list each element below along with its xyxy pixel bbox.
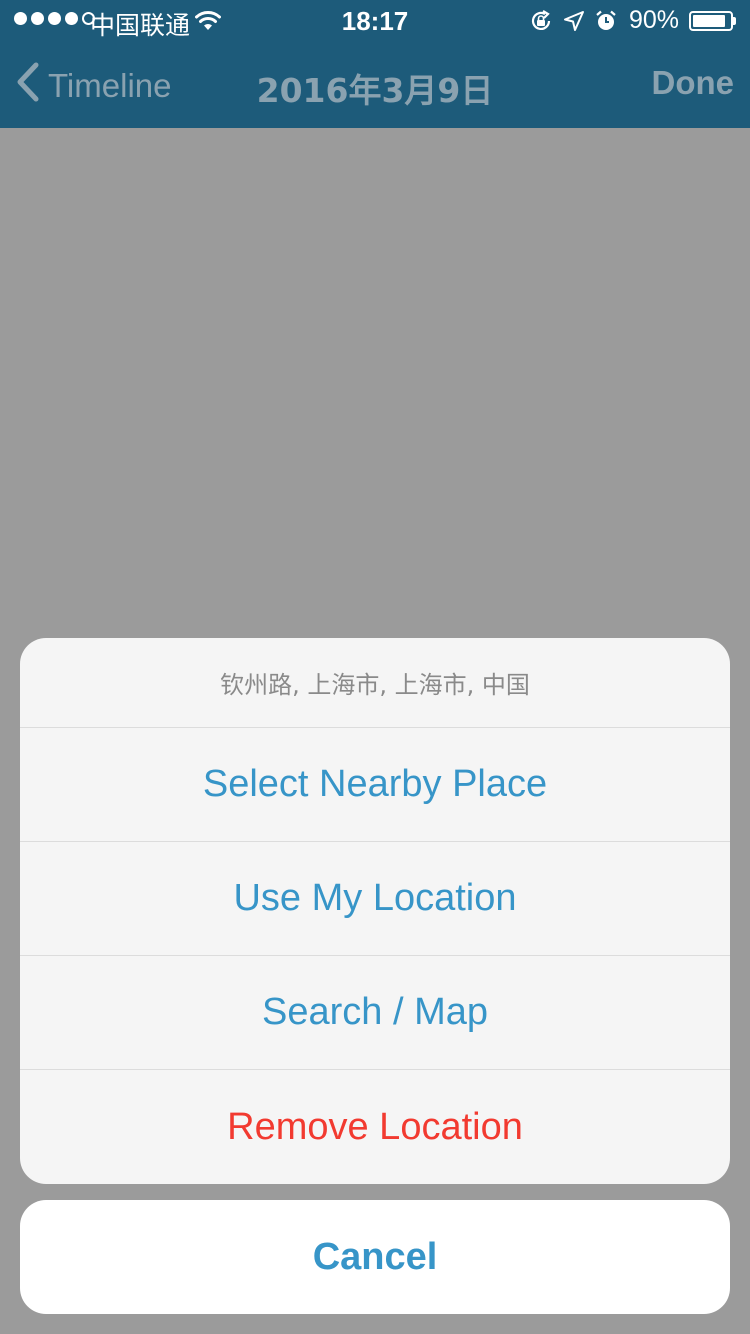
- top-bar: 中国联通 18:17 90% Timeline 2016年3月9日 Done: [0, 0, 750, 128]
- battery-icon: [689, 10, 736, 31]
- page-title: 2016年3月9日: [256, 71, 494, 110]
- remove-location-button[interactable]: Remove Location: [20, 1070, 730, 1184]
- battery-outline: [689, 10, 733, 31]
- action-sheet: 钦州路, 上海市, 上海市, 中国 Select Nearby Place Us…: [20, 638, 730, 1184]
- battery-tip: [733, 16, 736, 25]
- use-my-location-button[interactable]: Use My Location: [20, 842, 730, 956]
- action-sheet-title: 钦州路, 上海市, 上海市, 中国: [20, 638, 730, 728]
- location-arrow-icon: [563, 10, 585, 32]
- battery-fill: [693, 14, 726, 27]
- status-icons: 90%: [529, 6, 736, 35]
- cancel-button[interactable]: Cancel: [20, 1200, 730, 1314]
- battery-percentage: 90%: [628, 6, 679, 34]
- done-button[interactable]: Done: [652, 64, 735, 102]
- alarm-icon: [595, 10, 617, 32]
- status-bar: 中国联通 18:17 90%: [0, 0, 750, 40]
- search-map-button[interactable]: Search / Map: [20, 956, 730, 1070]
- rotation-lock-icon: [529, 9, 553, 33]
- navigation-bar: Timeline 2016年3月9日 Done: [0, 40, 750, 128]
- select-nearby-place-button[interactable]: Select Nearby Place: [20, 728, 730, 842]
- screen: 中国联通 18:17 90% Timeline 2016年3月9日 Done 钦…: [0, 0, 750, 1334]
